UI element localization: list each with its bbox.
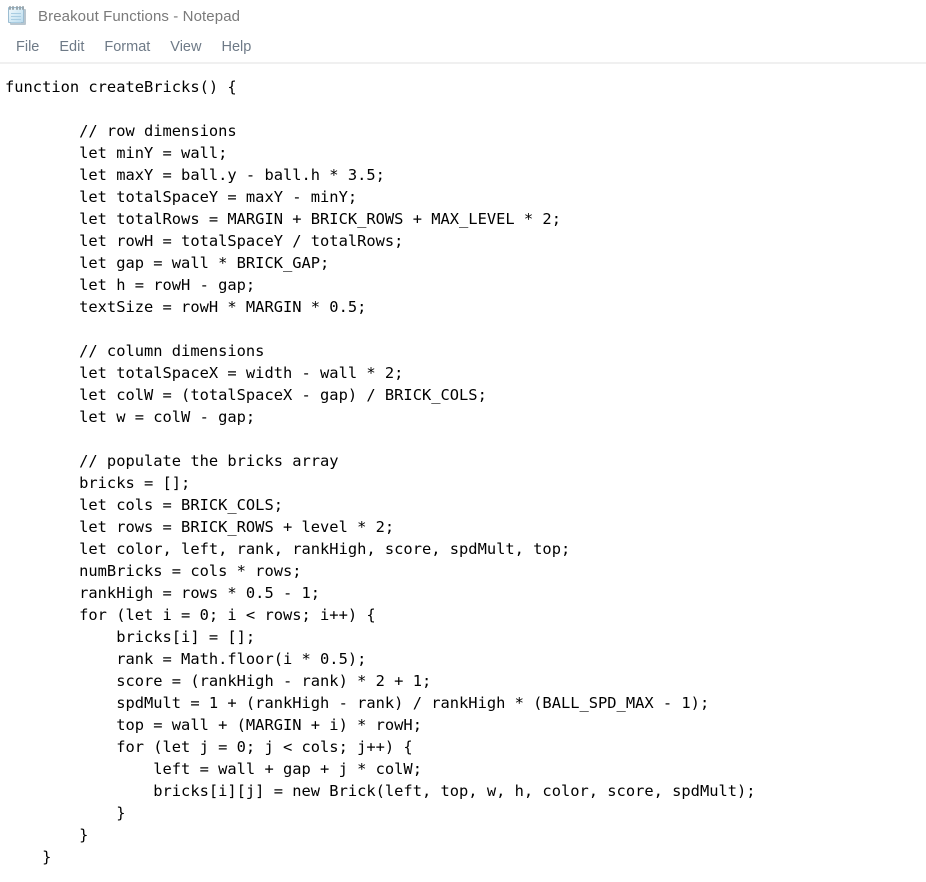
window-title: Breakout Functions - Notepad bbox=[38, 7, 241, 25]
text-editor-area[interactable]: function createBricks() { // row dimensi… bbox=[0, 64, 926, 882]
menu-item-view[interactable]: View bbox=[160, 37, 211, 57]
document-text[interactable]: function createBricks() { // row dimensi… bbox=[5, 76, 926, 868]
menu-item-help[interactable]: Help bbox=[211, 37, 261, 57]
notepad-icon bbox=[8, 6, 28, 26]
menu-item-edit[interactable]: Edit bbox=[49, 37, 94, 57]
menu-item-file[interactable]: File bbox=[6, 37, 49, 57]
menu-bar: File Edit Format View Help bbox=[0, 32, 926, 62]
notepad-icon-ruled-lines bbox=[11, 13, 21, 25]
notepad-icon-spiral-rings bbox=[9, 6, 24, 10]
title-bar: Breakout Functions - Notepad bbox=[0, 0, 926, 32]
menu-item-format[interactable]: Format bbox=[94, 37, 160, 57]
